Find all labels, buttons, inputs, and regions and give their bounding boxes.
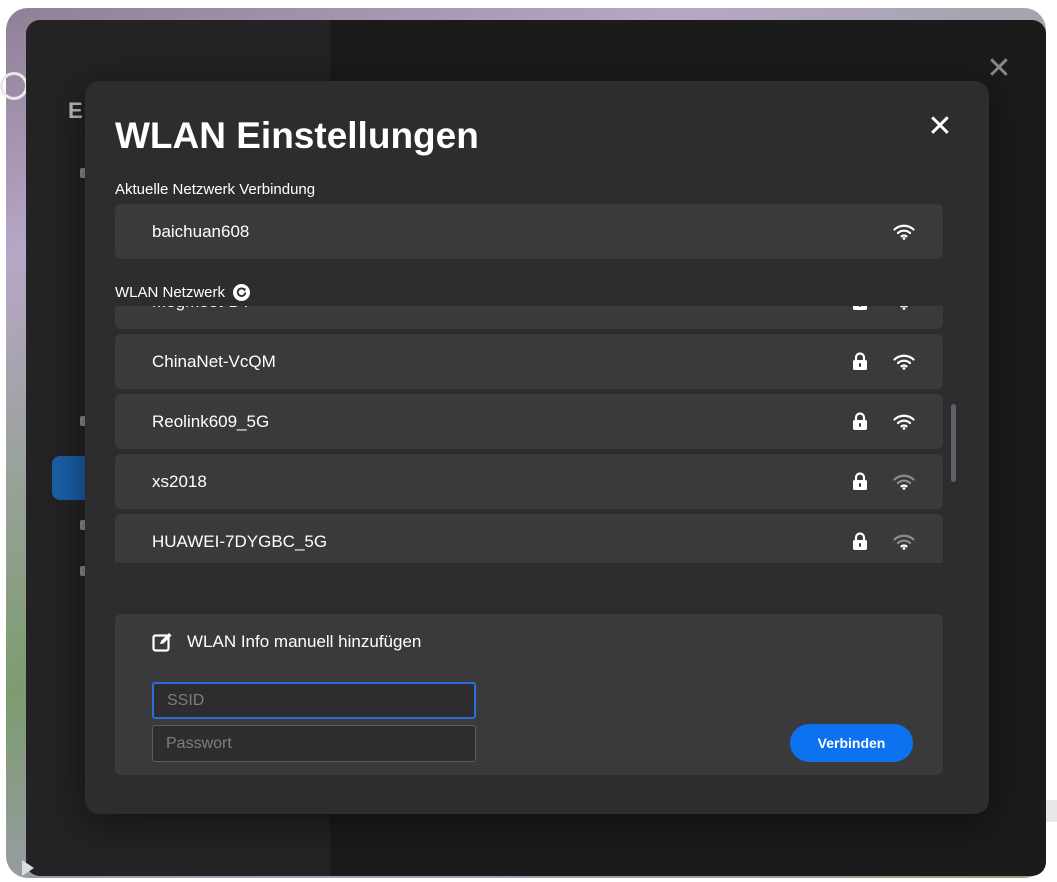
edge-icon [1046, 800, 1057, 822]
network-row[interactable]: Megmeet-DT [115, 306, 943, 329]
wlan-networks-label: WLAN Netzwerk [115, 284, 226, 301]
outer-heading: E [68, 98, 83, 123]
network-ssid: Reolink609_5G [152, 412, 270, 431]
connect-button[interactable]: Verbinden [790, 724, 913, 762]
network-ssid: xs2018 [152, 472, 207, 491]
current-connection-label: Aktuelle Netzwerk Verbindung [115, 181, 316, 198]
refresh-icon[interactable] [233, 284, 251, 301]
outer-close-icon[interactable]: ✕ [985, 54, 1013, 84]
close-icon[interactable]: ✕ [925, 111, 955, 143]
wlan-settings-modal: WLAN Einstellungen ✕ Aktuelle Netzwerk V… [85, 81, 989, 814]
logo-icon [0, 72, 28, 100]
current-network-ssid: baichuan608 [152, 222, 250, 241]
wifi-signal-icon [900, 306, 908, 310]
lock-icon [853, 532, 867, 550]
manual-add-header: WLAN Info manuell hinzufügen [152, 632, 421, 652]
network-row[interactable]: xs2018 [115, 454, 943, 509]
password-input[interactable] [152, 725, 476, 762]
network-row[interactable]: Reolink609_5G [115, 394, 943, 449]
lock-icon [853, 352, 867, 370]
current-network-row[interactable]: baichuan608 [115, 204, 943, 259]
ssid-input[interactable] [152, 682, 476, 719]
lock-icon [853, 472, 867, 490]
network-ssid: Megmeet-DT [152, 306, 251, 329]
wifi-signal-icon [893, 414, 915, 430]
wifi-icon [893, 224, 915, 240]
lock-icon [853, 306, 867, 310]
manual-add-title: WLAN Info manuell hinzufügen [187, 632, 422, 651]
network-list[interactable]: Megmeet-DT ChinaNet-VcQM Reolink609_5G xs20… [115, 306, 955, 563]
network-ssid: HUAWEI-7DYGBC_5G [152, 532, 328, 551]
modal-title: WLAN Einstellungen [115, 115, 479, 156]
network-row[interactable]: HUAWEI-7DYGBC_5G [115, 514, 943, 563]
network-row[interactable]: ChinaNet-VcQM [115, 334, 943, 389]
edit-icon [152, 633, 172, 652]
network-ssid: ChinaNet-VcQM [152, 352, 276, 371]
wlan-networks-header: WLAN Netzwerk [115, 284, 251, 301]
wifi-signal-icon [893, 474, 915, 490]
wifi-signal-icon [893, 354, 915, 370]
lock-icon [853, 412, 867, 430]
manual-add-panel: WLAN Info manuell hinzufügen Verbinden [115, 614, 943, 775]
wifi-signal-icon [893, 534, 915, 550]
network-list-scrollbar[interactable] [951, 404, 956, 482]
